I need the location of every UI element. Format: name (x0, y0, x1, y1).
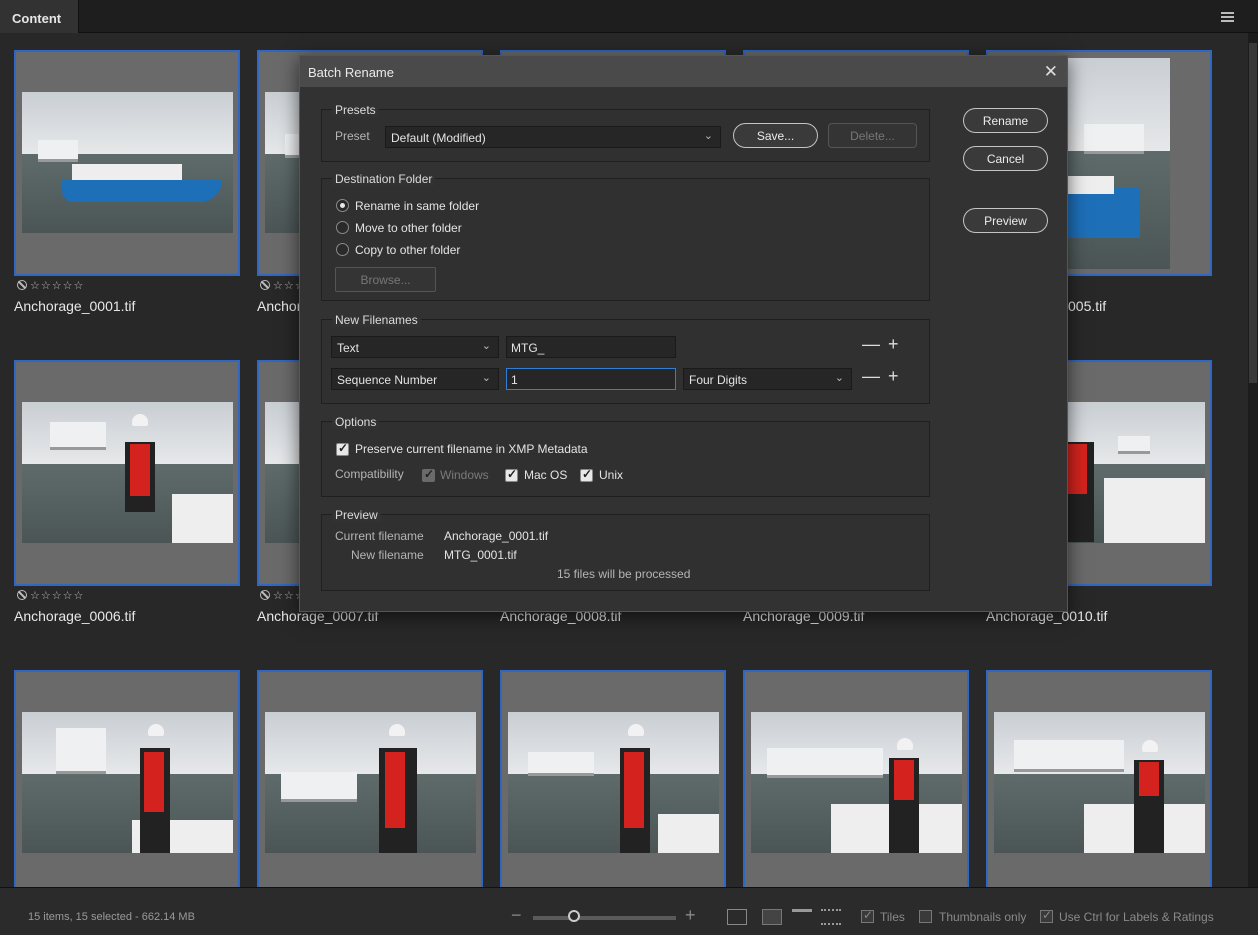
thumbnail-filename[interactable]: Anchorage_0006.tif (14, 608, 135, 624)
add-row-icon[interactable]: + (888, 334, 899, 355)
move-other-folder-label[interactable]: Move to other folder (355, 221, 462, 235)
text-input[interactable]: MTG_ (506, 336, 676, 358)
digits-dropdown[interactable]: Four Digits ⌄ (683, 368, 852, 390)
panel-header: Content (0, 0, 1258, 33)
reject-icon[interactable] (17, 280, 27, 290)
thumbnail-filename[interactable]: 005.tif (1068, 298, 1106, 314)
thumbnail-view-icon[interactable] (762, 909, 782, 925)
chevron-down-icon: ⌄ (703, 130, 713, 142)
windows-label: Windows (440, 468, 489, 482)
digits-value: Four Digits (689, 373, 748, 387)
batch-rename-dialog: Batch Rename ✕ Rename Cancel Preview Pre… (299, 55, 1068, 612)
thumbnail-filename[interactable]: Anchor (257, 298, 301, 314)
tab-content[interactable]: Content (0, 0, 79, 33)
thumbnail-image (994, 712, 1205, 853)
macos-label[interactable]: Mac OS (524, 468, 567, 482)
delete-preset-button[interactable]: Delete... (828, 123, 917, 148)
chevron-down-icon: ⌄ (481, 340, 491, 352)
preset-dropdown[interactable]: Default (Modified) ⌄ (385, 126, 721, 148)
thumbnail-image (751, 712, 962, 853)
new-filename-label: New filename (351, 548, 424, 562)
compatibility-label: Compatibility (335, 467, 404, 481)
remove-row-icon[interactable]: — (862, 334, 880, 355)
rename-button[interactable]: Rename (963, 108, 1048, 133)
vertical-scrollbar[interactable] (1248, 33, 1258, 887)
rating-stars[interactable]: ☆☆☆☆☆ (17, 279, 84, 292)
chevron-down-icon: ⌄ (481, 372, 491, 384)
preset-value: Default (Modified) (391, 131, 486, 145)
list-view-icon[interactable] (821, 909, 841, 925)
current-filename-value: Anchorage_0001.tif (444, 529, 549, 543)
zoom-out-icon[interactable]: − (511, 905, 522, 926)
zoom-in-icon[interactable]: + (685, 905, 696, 926)
thumbnail-filename[interactable]: Anchorage_0001.tif (14, 298, 135, 314)
zoom-slider-handle[interactable] (568, 910, 580, 922)
presets-group-label: Presets (332, 103, 379, 117)
remove-row-icon[interactable]: — (862, 366, 880, 387)
copy-other-folder-radio[interactable] (336, 243, 349, 256)
files-processed-note: 15 files will be processed (557, 567, 691, 581)
preset-label: Preset (335, 129, 370, 143)
preserve-filename-label[interactable]: Preserve current filename in XMP Metadat… (355, 442, 588, 456)
new-filenames-group (321, 319, 930, 404)
thumbnails-only-checkbox[interactable] (919, 910, 932, 923)
thumbnail-cell[interactable] (14, 360, 240, 586)
filename-type-value: Text (337, 341, 360, 355)
chevron-down-icon: ⌄ (834, 372, 844, 384)
rename-same-folder-label[interactable]: Rename in same folder (355, 199, 479, 213)
tiles-label: Tiles (880, 910, 905, 924)
sequence-start-input[interactable]: 1 (506, 368, 676, 390)
close-icon[interactable]: ✕ (1044, 62, 1058, 82)
rating-stars[interactable]: ☆☆☆☆☆ (17, 589, 84, 602)
status-summary: 15 items, 15 selected - 662.14 MB (28, 911, 195, 923)
browse-button[interactable]: Browse... (335, 267, 436, 292)
thumbnail-cell[interactable] (743, 670, 969, 887)
grid-lock-icon[interactable] (727, 909, 747, 925)
preserve-filename-checkbox[interactable] (336, 441, 349, 456)
panel-menu-icon[interactable] (1221, 12, 1234, 22)
thumbnail-image (265, 712, 476, 853)
thumbnails-only-label: Thumbnails only (939, 910, 1027, 924)
new-filenames-group-label: New Filenames (332, 313, 421, 327)
thumbnail-cell[interactable] (14, 670, 240, 887)
dialog-title: Batch Rename (300, 56, 1067, 87)
rename-same-folder-radio[interactable] (336, 199, 349, 212)
macos-checkbox[interactable] (505, 467, 518, 482)
unix-checkbox[interactable] (580, 467, 593, 482)
save-preset-button[interactable]: Save... (733, 123, 818, 148)
thumbnail-cell[interactable] (500, 670, 726, 887)
thumbnail-image (22, 92, 233, 233)
zoom-slider[interactable] (533, 916, 676, 920)
thumbnail-cell[interactable] (257, 670, 483, 887)
preview-group-label: Preview (332, 508, 381, 522)
reject-icon[interactable] (260, 590, 270, 600)
copy-other-folder-label[interactable]: Copy to other folder (355, 243, 460, 257)
thumbnail-image (22, 712, 233, 853)
move-other-folder-radio[interactable] (336, 221, 349, 234)
unix-label[interactable]: Unix (599, 468, 623, 482)
sequence-type-value: Sequence Number (337, 373, 438, 387)
thumbnail-image (22, 402, 233, 543)
windows-checkbox[interactable] (422, 467, 435, 482)
add-row-icon[interactable]: + (888, 366, 899, 387)
ctrl-labels-label: Use Ctrl for Labels & Ratings (1059, 910, 1214, 924)
ctrl-labels-checkbox[interactable] (1040, 908, 1053, 923)
filename-type-dropdown[interactable]: Text ⌄ (331, 336, 499, 358)
preview-button[interactable]: Preview (963, 208, 1048, 233)
tiles-checkbox[interactable] (861, 908, 874, 923)
reject-icon[interactable] (260, 280, 270, 290)
cancel-button[interactable]: Cancel (963, 146, 1048, 171)
current-filename-label: Current filename (335, 529, 424, 543)
thumbnail-image (508, 712, 719, 853)
options-group-label: Options (332, 415, 380, 429)
thumbnail-cell[interactable] (14, 50, 240, 276)
status-bar: 15 items, 15 selected - 662.14 MB − + Ti… (0, 887, 1258, 935)
sequence-type-dropdown[interactable]: Sequence Number ⌄ (331, 368, 499, 390)
thumbnail-cell[interactable] (986, 670, 1212, 887)
details-view-icon[interactable] (792, 909, 812, 925)
reject-icon[interactable] (17, 590, 27, 600)
destination-folder-group-label: Destination Folder (332, 172, 436, 186)
new-filename-value: MTG_0001.tif (444, 548, 517, 562)
options-group (321, 421, 930, 497)
